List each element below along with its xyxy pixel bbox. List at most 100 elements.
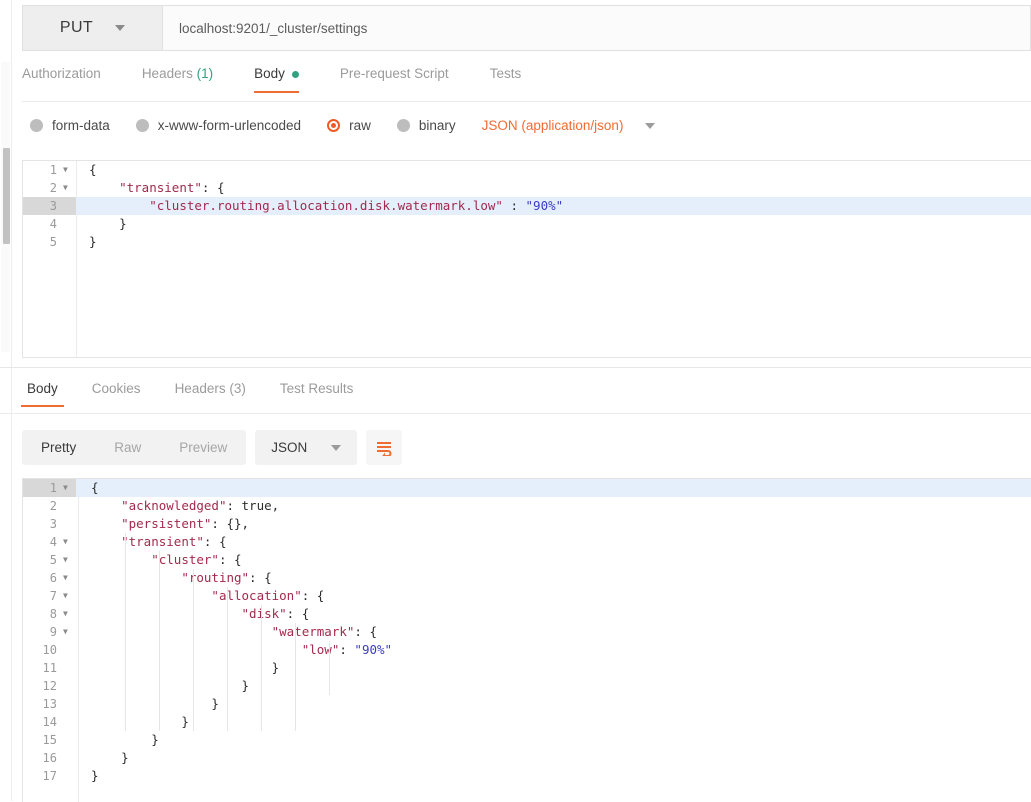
request-code-area[interactable]: 1 ▼ {2 ▼ "transient": {3 "cluster.routing.a… [23,161,1031,357]
fold-toggle-icon[interactable]: ▼ [63,605,71,623]
response-tab-body[interactable]: Body [10,381,75,407]
code-line: 9 ▼ "watermark": { [23,623,1031,641]
code-text: "low": "90%" [301,642,393,657]
chevron-down-icon [115,25,126,31]
body-type-binary[interactable]: binary [396,118,456,133]
tab-label: Authorization [22,66,101,81]
line-number: 11 [42,661,57,675]
request-tab-headers[interactable]: Headers (1) [142,66,234,93]
method-selector[interactable]: PUT [22,5,162,51]
code-line: 10 "low": "90%" [23,641,1031,659]
code-line: 5 ▼ "cluster": { [23,551,1031,569]
body-type-label: binary [418,118,456,133]
line-number: 3 [49,517,57,531]
content-type-select[interactable]: JSON (application/json) [482,118,656,133]
code-line: 11 } [23,659,1031,677]
code-line: 7 ▼ "allocation": { [23,587,1031,605]
request-tab-pre-request-script[interactable]: Pre-request Script [340,66,470,93]
tab-label: Cookies [91,381,141,396]
request-tab-tests[interactable]: Tests [490,66,543,93]
code-line: 15 } [23,731,1031,749]
format-mode-raw[interactable]: Raw [95,430,160,465]
code-text: } [151,732,159,747]
request-tab-authorization[interactable]: Authorization [22,66,122,93]
line-number: 15 [42,733,57,747]
indent-guide [295,623,296,731]
body-type-label: form-data [52,118,110,133]
line-number: 13 [42,697,57,711]
line-number: 3 [49,199,57,213]
code-line: 5} [23,233,1031,251]
line-number: 1 [49,481,57,495]
format-mode-preview[interactable]: Preview [160,430,246,465]
fold-toggle-icon[interactable]: ▼ [63,623,71,641]
tab-label: Headers [174,381,226,396]
response-tabs: Body Cookies Headers (3) Test Results [10,381,1031,413]
code-text: "routing": { [181,570,272,585]
request-body-editor[interactable]: 1 ▼ {2 ▼ "transient": {3 "cluster.routing.a… [22,160,1031,358]
line-number: 5 [49,235,57,249]
radio-icon[interactable] [396,119,410,132]
response-language-select[interactable]: JSON [255,430,358,465]
fold-toggle-icon[interactable]: ▼ [63,569,71,587]
line-number: 17 [42,769,57,783]
format-mode-group: Pretty Raw Preview [22,430,247,465]
radio-icon[interactable] [30,119,43,132]
code-line: 3 "persistent": {}, [23,515,1031,533]
body-type-form-data[interactable]: form-data [30,118,110,133]
response-tab-headers[interactable]: Headers (3) [158,381,263,407]
code-text: } [211,696,219,711]
indent-guide [125,533,126,731]
format-mode-pretty[interactable]: Pretty [22,430,95,465]
tab-label: Body [254,66,285,81]
line-number: 12 [42,679,57,693]
fold-toggle-icon[interactable]: ▼ [63,551,71,569]
line-number: 10 [42,643,57,657]
code-text: { [89,162,97,177]
sidebar-scrollbar-thumb[interactable] [3,148,10,244]
word-wrap-button[interactable] [366,430,403,465]
tab-label: Headers [141,66,193,81]
code-line: 14 } [23,713,1031,731]
radio-icon[interactable] [327,119,341,132]
code-line: 16 } [23,749,1031,767]
code-text: { [91,480,99,495]
tab-label: Pre-request Script [339,66,449,81]
request-tab-body[interactable]: Body [254,66,320,93]
code-text: "transient": { [119,180,225,195]
response-tab-test-results[interactable]: Test Results [263,381,371,407]
indent-guide [193,569,194,731]
sidebar-scrollbar-track[interactable] [1,62,10,352]
fold-toggle-icon[interactable]: ▼ [63,179,71,197]
active-tab-underline [21,405,64,407]
tab-count: (3) [229,381,246,396]
line-number: 2 [49,181,57,195]
url-input[interactable]: localhost:9201/_cluster/settings [162,5,1031,51]
code-line: 8 ▼ "disk": { [23,605,1031,623]
fold-toggle-icon[interactable]: ▼ [63,161,71,179]
body-type-raw[interactable]: raw [327,118,371,133]
code-text: } [241,678,250,693]
method-label: PUT [59,19,94,36]
response-body-editor[interactable]: 1 ▼{2 "acknowledged": true, 3 "persistent"… [22,478,1031,802]
code-text: "disk": { [241,606,310,621]
code-text: "cluster.routing.allocation.disk.waterma… [149,198,564,213]
postman-window: PUT localhost:9201/_cluster/settings Aut… [0,0,1031,802]
fold-toggle-icon[interactable]: ▼ [63,479,71,497]
radio-icon[interactable] [135,119,149,132]
response-tab-cookies[interactable]: Cookies [75,381,158,407]
body-type-x-www-form-urlencoded[interactable]: x-www-form-urlencoded [135,118,301,133]
response-code-area[interactable]: 1 ▼{2 "acknowledged": true, 3 "persistent"… [23,479,1031,802]
indent-guide [227,587,228,731]
code-text: "persistent": {}, [121,516,250,531]
code-text: "acknowledged": true, [121,498,280,513]
url-text: localhost:9201/_cluster/settings [179,20,368,36]
code-text: "cluster": { [151,552,242,567]
request-tabs-divider [22,101,1031,102]
response-language-label: JSON [271,440,308,455]
tab-label: Tests [489,66,522,81]
line-number: 6 [49,571,57,585]
unsaved-dot-icon [291,70,299,78]
fold-toggle-icon[interactable]: ▼ [63,587,71,605]
fold-toggle-icon[interactable]: ▼ [63,533,71,551]
